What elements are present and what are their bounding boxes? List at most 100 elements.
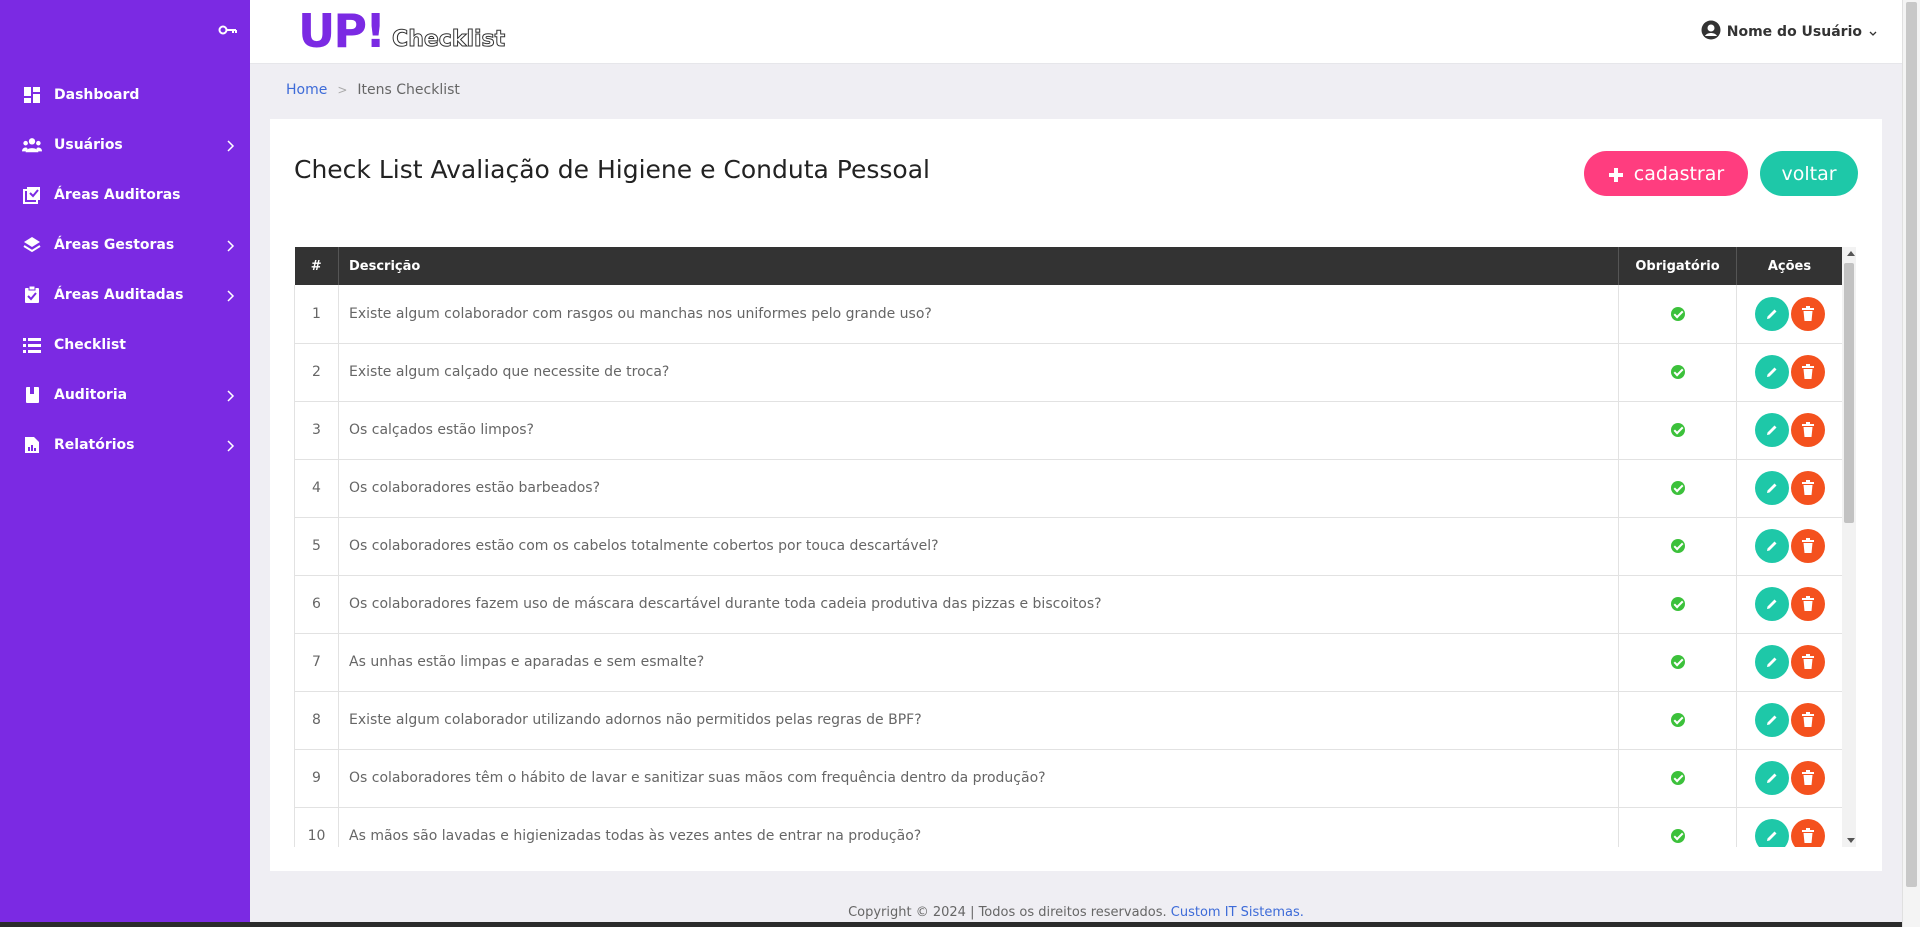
layers-icon: [22, 235, 42, 255]
row-actions: [1736, 691, 1842, 750]
pencil-icon: [1766, 309, 1776, 319]
pencil-icon: [1766, 425, 1776, 435]
column-header-acoes: Ações: [1736, 247, 1842, 285]
check-circle-icon: [1670, 597, 1685, 611]
voltar-label: voltar: [1781, 162, 1837, 185]
edit-button[interactable]: [1754, 355, 1789, 389]
check-circle-icon: [1670, 829, 1685, 843]
sidebar-item-dashboard[interactable]: Dashboard: [0, 70, 250, 120]
row-actions: [1736, 459, 1842, 518]
trash-icon: [1801, 538, 1814, 553]
sidebar-item-auditoria[interactable]: Auditoria: [0, 370, 250, 420]
table-scrollbar[interactable]: [1842, 247, 1856, 847]
footer: Copyright © 2024 | Todos os direitos res…: [250, 905, 1902, 920]
row-required: [1618, 749, 1737, 808]
edit-button[interactable]: [1754, 471, 1789, 505]
sidebar-item-label: Áreas Gestoras: [54, 237, 175, 253]
breadcrumb-separator: >: [337, 83, 348, 97]
table-body: 1 Existe algum colaborador com rasgos ou …: [294, 285, 1842, 847]
scroll-down-arrow-icon[interactable]: [1847, 838, 1855, 843]
delete-button[interactable]: [1790, 413, 1825, 447]
trash-icon: [1801, 712, 1814, 727]
page-scrollbar[interactable]: [1902, 0, 1920, 927]
row-number: 7: [294, 633, 339, 692]
delete-button[interactable]: [1790, 761, 1825, 795]
delete-button[interactable]: [1790, 355, 1825, 389]
row-number: 5: [294, 517, 339, 576]
edit-button[interactable]: [1754, 529, 1789, 563]
check-circle-icon: [1670, 365, 1685, 379]
delete-button[interactable]: [1790, 703, 1825, 737]
list-icon: [22, 335, 42, 355]
delete-button[interactable]: [1790, 529, 1825, 563]
edit-button[interactable]: [1754, 296, 1789, 331]
row-description: Existe algum colaborador utilizando ador…: [338, 691, 1619, 750]
check-circle-icon: [1670, 713, 1685, 727]
edit-button[interactable]: [1754, 819, 1789, 847]
row-number: 8: [294, 691, 339, 750]
sidebar-item-areas-auditadas[interactable]: Áreas Auditadas: [0, 270, 250, 320]
voltar-button[interactable]: voltar: [1760, 151, 1858, 196]
check-circle-icon: [1670, 771, 1685, 785]
delete-button[interactable]: [1790, 296, 1825, 331]
edit-button[interactable]: [1754, 645, 1789, 679]
table-row: 6 Os colaboradores fazem uso de máscara d…: [294, 575, 1842, 634]
report-icon: [22, 435, 42, 455]
check-circle-icon: [1670, 423, 1685, 437]
sidebar-nav: Dashboard Usuários Áreas Auditoras Áreas…: [0, 70, 250, 470]
sidebar-item-relatorios[interactable]: Relatórios: [0, 420, 250, 470]
row-required: [1618, 691, 1737, 750]
edit-button[interactable]: [1754, 413, 1789, 447]
trash-icon: [1801, 828, 1814, 843]
app-logo[interactable]: UP! Checklist: [298, 6, 506, 56]
edit-button[interactable]: [1754, 761, 1789, 795]
table-row: 8 Existe algum colaborador utilizando ado…: [294, 691, 1842, 750]
user-menu[interactable]: Nome do Usuário: [1701, 20, 1878, 44]
chevron-right-icon: [224, 238, 236, 252]
pencil-icon: [1766, 367, 1776, 377]
check-circle-icon: [1670, 481, 1685, 495]
sidebar-item-checklist[interactable]: Checklist: [0, 320, 250, 370]
trash-icon: [1801, 596, 1814, 611]
edit-button[interactable]: [1754, 587, 1789, 621]
sidebar-item-areas-gestoras[interactable]: Áreas Gestoras: [0, 220, 250, 270]
table-scrollbar-thumb[interactable]: [1844, 263, 1854, 523]
pencil-icon: [1766, 773, 1776, 783]
row-number: 4: [294, 459, 339, 518]
sidebar: Dashboard Usuários Áreas Auditoras Áreas…: [0, 0, 250, 927]
footer-company-link[interactable]: Custom IT Sistemas.: [1171, 905, 1304, 920]
delete-button[interactable]: [1790, 587, 1825, 621]
users-icon: [22, 135, 42, 155]
delete-button[interactable]: [1790, 471, 1825, 505]
delete-button[interactable]: [1790, 819, 1825, 847]
pencil-icon: [1766, 541, 1776, 551]
cadastrar-button[interactable]: cadastrar: [1584, 151, 1748, 196]
user-avatar-icon: [1701, 20, 1721, 44]
sidebar-item-label: Checklist: [54, 337, 126, 353]
checklist-table-container: # Descrição Obrigatório Ações 1 Existe al…: [294, 247, 1842, 847]
row-required: [1618, 459, 1737, 518]
scroll-up-arrow-icon[interactable]: [1847, 251, 1855, 256]
user-name: Nome do Usuário: [1726, 24, 1862, 40]
breadcrumb-home-link[interactable]: Home: [286, 82, 327, 98]
page-scrollbar-thumb[interactable]: [1906, 2, 1917, 887]
sidebar-item-label: Usuários: [54, 137, 123, 153]
pencil-icon: [1766, 599, 1776, 609]
row-description: Existe algum calçado que necessite de tr…: [338, 343, 1619, 402]
check-circle-icon: [1670, 306, 1685, 321]
row-actions: [1736, 285, 1842, 344]
row-description: As mãos são lavadas e higienizadas todas…: [338, 807, 1619, 847]
row-required: [1618, 401, 1737, 460]
checkbox-list-icon: [22, 185, 42, 205]
table-row: 1 Existe algum colaborador com rasgos ou …: [294, 285, 1842, 344]
chevron-right-icon: [224, 438, 236, 452]
sidebar-item-usuarios[interactable]: Usuários: [0, 120, 250, 170]
clipboard-check-icon: [22, 285, 42, 305]
delete-button[interactable]: [1790, 645, 1825, 679]
key-toggle-icon[interactable]: [218, 22, 238, 36]
row-actions: [1736, 807, 1842, 847]
edit-button[interactable]: [1754, 703, 1789, 737]
column-header-descricao: Descrição: [338, 247, 1619, 285]
sidebar-item-areas-auditoras[interactable]: Áreas Auditoras: [0, 170, 250, 220]
row-description: Os colaboradores fazem uso de máscara de…: [338, 575, 1619, 634]
